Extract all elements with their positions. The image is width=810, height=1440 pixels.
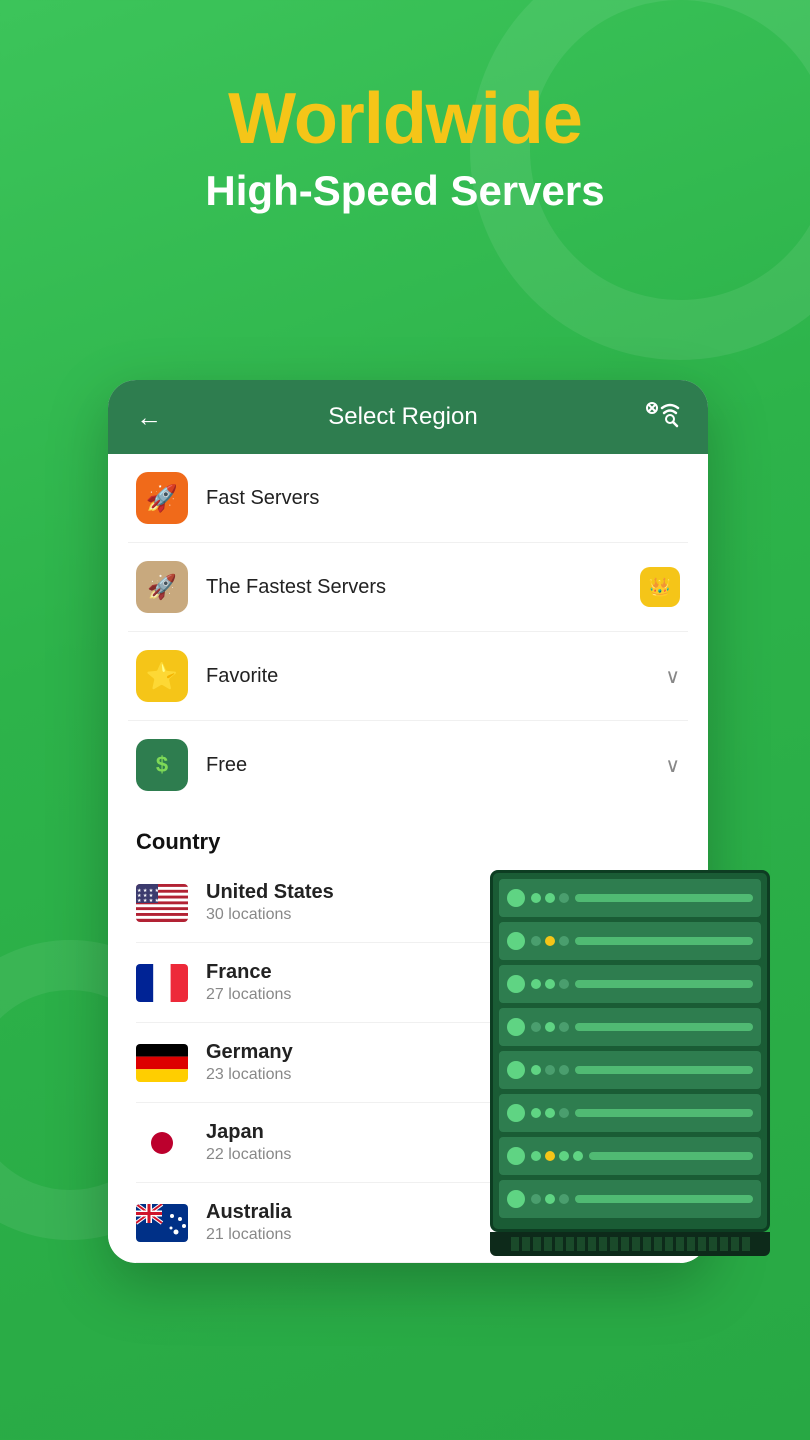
rack-bar [575, 894, 753, 902]
rack-row-1 [499, 879, 761, 917]
flag-jp [136, 1124, 188, 1162]
rack-row-6 [499, 1094, 761, 1132]
rack-circle [507, 1147, 525, 1165]
flag-de [136, 1044, 188, 1082]
rack-bar [575, 937, 753, 945]
flag-au [136, 1204, 188, 1242]
page-header: Worldwide High-Speed Servers [0, 0, 810, 255]
menu-list: 🚀 Fast Servers 🚀 The Fastest Servers 👑 ⭐… [108, 454, 708, 809]
rack-bar [575, 1023, 753, 1031]
rack-circle [507, 975, 525, 993]
rack-dots [531, 893, 569, 903]
free-label: Free [206, 754, 665, 777]
rack-dots [531, 979, 569, 989]
fastest-servers-label: The Fastest Servers [206, 576, 640, 599]
fast-servers-icon: 🚀 [136, 472, 188, 524]
favorite-icon: ⭐ [136, 650, 188, 702]
flag-us: ★ ★ ★ ★ ★ ★ ★ ★ ★ ★ ★ [136, 884, 188, 922]
server-rack-illustration [490, 870, 770, 1256]
rack-dots [531, 1022, 569, 1032]
rack-base [490, 1232, 770, 1256]
card-title: Select Region [328, 403, 477, 431]
main-title-line1: Worldwide [0, 80, 810, 159]
rack-bar [589, 1152, 753, 1160]
rack-circle [507, 1190, 525, 1208]
rack-dots [531, 936, 569, 946]
svg-text:★ ★ ★ ★: ★ ★ ★ ★ [137, 898, 160, 904]
flag-fr [136, 964, 188, 1002]
favorite-label: Favorite [206, 665, 665, 688]
wifi-x-icon [644, 400, 680, 434]
rack-circle [507, 1018, 525, 1036]
rack-dots [531, 1065, 569, 1075]
menu-item-free[interactable]: $ Free ∨ [128, 721, 688, 809]
main-title-line2: High-Speed Servers [0, 167, 810, 215]
rack-row-8 [499, 1180, 761, 1218]
card-header: ← Select Region [108, 380, 708, 454]
rack-dots [531, 1151, 583, 1161]
rack-body [490, 870, 770, 1232]
rack-row-7 [499, 1137, 761, 1175]
crown-badge: 👑 [640, 567, 680, 607]
menu-item-fast-servers[interactable]: 🚀 Fast Servers [128, 454, 688, 543]
rack-row-4 [499, 1008, 761, 1046]
wifi-search-icon-area[interactable] [644, 400, 680, 434]
favorite-chevron-icon: ∨ [665, 664, 680, 689]
rack-row-2 [499, 922, 761, 960]
free-icon: $ [136, 739, 188, 791]
rack-dots [531, 1194, 569, 1204]
menu-item-favorite[interactable]: ⭐ Favorite ∨ [128, 632, 688, 721]
rack-dots [531, 1108, 569, 1118]
rack-circle [507, 1104, 525, 1122]
country-section-label: Country [136, 829, 680, 855]
menu-item-fastest-servers[interactable]: 🚀 The Fastest Servers 👑 [128, 543, 688, 632]
rack-bar [575, 1195, 753, 1203]
fastest-servers-icon: 🚀 [136, 561, 188, 613]
rack-row-3 [499, 965, 761, 1003]
rack-circle [507, 889, 525, 907]
rack-circle [507, 932, 525, 950]
rack-bar [575, 1109, 753, 1117]
free-chevron-icon: ∨ [665, 753, 680, 778]
fast-servers-label: Fast Servers [206, 487, 680, 510]
rack-circle [507, 1061, 525, 1079]
rack-row-5 [499, 1051, 761, 1089]
rack-bar [575, 980, 753, 988]
back-button[interactable]: ← [136, 402, 162, 433]
rack-bar [575, 1066, 753, 1074]
